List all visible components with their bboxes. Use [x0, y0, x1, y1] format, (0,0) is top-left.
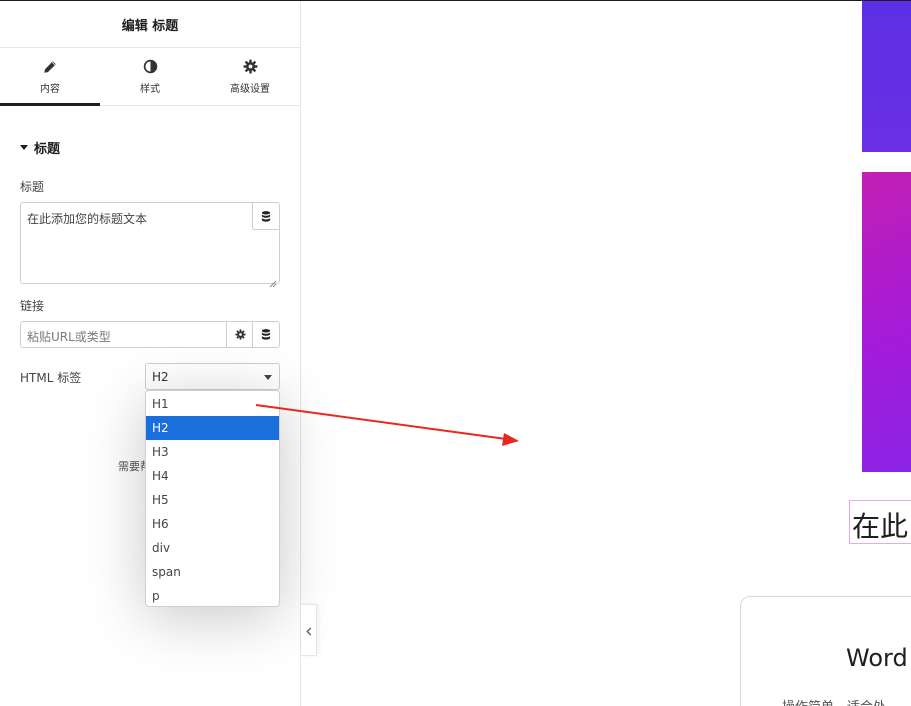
section-toggle-title[interactable]: 标题: [20, 138, 60, 157]
tab-style[interactable]: 样式: [100, 48, 200, 105]
title-field-label: 标题: [20, 180, 45, 194]
title-textarea[interactable]: 在此添加您的标题文本: [20, 202, 280, 288]
dynamic-tags-button[interactable]: [252, 203, 279, 230]
section-title: 标题: [34, 142, 61, 157]
dropdown-option-h1[interactable]: H1: [146, 392, 279, 416]
database-icon: [261, 325, 271, 344]
link-input-placeholder: 粘贴URL或类型: [27, 330, 111, 344]
panel-title: 编辑 标题: [121, 18, 179, 34]
tab-advanced[interactable]: 高级设置: [200, 48, 300, 105]
preview-card-text: 操作简单，适合处: [782, 696, 886, 706]
tab-content-label: 内容: [40, 83, 60, 95]
caret-down-icon: [20, 145, 28, 150]
preview-heading[interactable]: 在此: [849, 500, 911, 544]
html-tag-dropdown: H1 H2 H3 H4 H5 H6 div span p: [145, 390, 280, 607]
dropdown-option-p[interactable]: p: [146, 584, 279, 608]
dropdown-option-h4[interactable]: H4: [146, 464, 279, 488]
dropdown-option-h3[interactable]: H3: [146, 440, 279, 464]
link-input[interactable]: 粘贴URL或类型: [20, 321, 280, 348]
collapse-panel-button[interactable]: [301, 604, 317, 656]
resize-handle[interactable]: [269, 273, 277, 288]
link-field-label: 链接: [20, 299, 45, 313]
contrast-icon: [143, 59, 158, 75]
html-tag-value: H2: [152, 370, 169, 384]
panel-tabs: 内容 样式 高级设置: [0, 48, 300, 106]
dropdown-option-h2[interactable]: H2: [146, 416, 279, 440]
tab-content[interactable]: 内容: [0, 48, 100, 106]
link-options-button[interactable]: [226, 322, 253, 347]
title-textarea-value: 在此添加您的标题文本: [27, 212, 148, 226]
dropdown-option-span[interactable]: span: [146, 560, 279, 584]
html-tag-select[interactable]: H2: [145, 363, 280, 390]
html-tag-label: HTML 标签: [20, 371, 82, 385]
gear-icon: [243, 59, 258, 75]
tab-advanced-label: 高级设置: [230, 83, 270, 95]
database-icon: [261, 207, 271, 226]
dropdown-option-h5[interactable]: H5: [146, 488, 279, 512]
chevron-left-icon: [305, 621, 312, 640]
pencil-icon: [43, 59, 57, 75]
chevron-down-icon: [264, 375, 272, 380]
preview-card-title: Word: [846, 644, 908, 672]
preview-gradient-block: [862, 172, 911, 472]
tab-style-label: 样式: [140, 83, 160, 95]
preview-purple-block: [862, 1, 911, 152]
preview-heading-text: 在此: [852, 510, 909, 543]
dropdown-option-h6[interactable]: H6: [146, 512, 279, 536]
gear-icon: [234, 325, 246, 344]
dropdown-option-div[interactable]: div: [146, 536, 279, 560]
link-dynamic-tags-button[interactable]: [252, 322, 279, 347]
panel-header: 编辑 标题: [0, 1, 300, 48]
